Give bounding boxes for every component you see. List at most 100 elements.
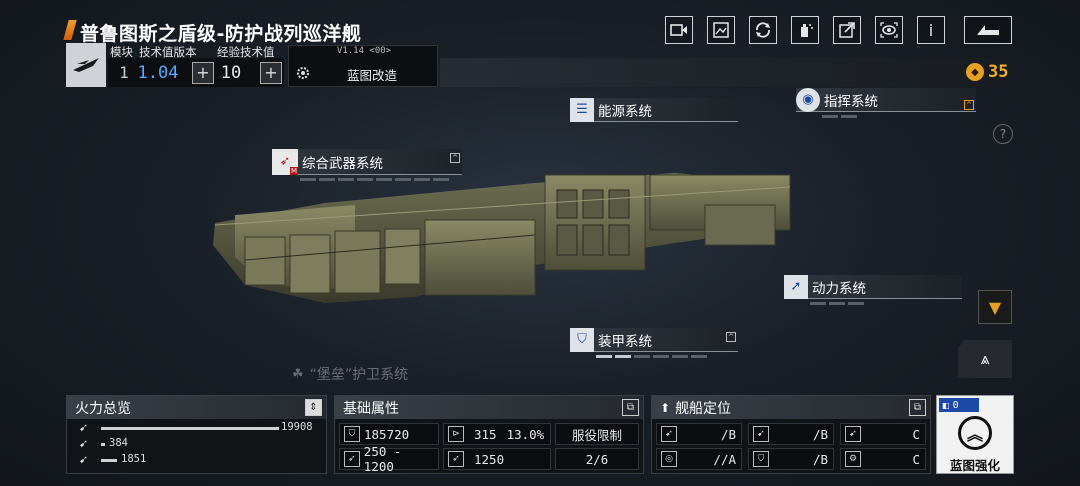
info-icon: i [928, 20, 934, 40]
tech-version-increase-button[interactable]: + [192, 61, 214, 84]
view-button[interactable] [875, 16, 903, 44]
armor-value: 315 [474, 426, 497, 442]
power-system-label: 动力系统 [812, 280, 866, 297]
upgrade-count-badge: ◧ 0 [939, 398, 979, 412]
armor-percent: 13.0% [506, 426, 545, 442]
version-text: V1.14 <00> [336, 46, 392, 56]
faction-logo [66, 43, 106, 87]
service-limit-value: 2/6 [555, 448, 639, 470]
exp-tech-increase-button[interactable]: + [260, 61, 282, 84]
firepower-bar-anti-air [101, 443, 105, 446]
hp-value: 185720 [364, 426, 410, 442]
video-icon [670, 24, 687, 36]
rank-button[interactable]: ⩓ [958, 340, 1012, 378]
target-icon: ◎ [661, 451, 677, 467]
shield-icon: ⛉ [753, 451, 769, 467]
firepower-siege-value: 1851 [121, 453, 147, 465]
module-value: 1 [119, 63, 129, 82]
info-button[interactable]: i [917, 16, 945, 44]
fortress-escort-label: “堡垒”护卫系统 [309, 367, 409, 383]
expand-down-button[interactable]: ▼ [978, 290, 1012, 324]
firepower-toggle-button[interactable]: ⇕ [305, 399, 322, 416]
siege-icon: ➹ [845, 426, 861, 442]
blueprint-upgrade-button[interactable]: ◧ 0 ︽ 蓝图强化 [936, 395, 1014, 474]
upgrade-label: 蓝图强化 [949, 458, 1000, 473]
refresh-button[interactable] [749, 16, 777, 44]
page-title: 普鲁图斯之盾级-防护战列巡洋舰 [80, 23, 362, 45]
role-anti-air-grade: /B [812, 426, 828, 442]
anti-air-icon: ➹ [753, 426, 769, 442]
exp-tech-value: 10 [220, 62, 242, 83]
role-support-grade: //A [713, 451, 736, 467]
hp-cell: ⛉ 185720 [339, 423, 439, 445]
collapse-icon: ^ [450, 153, 460, 163]
energy-system-button[interactable]: ☰ 能源系统 [570, 97, 738, 122]
role-anti-ship: ➹ /B [656, 423, 742, 445]
triangle-down-icon: ▼ [988, 297, 1002, 317]
firepower-anti-ship-value: 19908 [281, 421, 313, 433]
armor-cell: ⊳ 315 13.0% [443, 423, 551, 445]
range-icon: ➶ [344, 451, 360, 467]
faction-emblem-icon [73, 58, 99, 72]
record-video-button[interactable] [665, 16, 693, 44]
speed-cell: ➶ 1250 [443, 448, 551, 470]
tech-stats-row: 1 1.04 + 10 + [108, 58, 284, 87]
gear-icon: ⚙ [845, 451, 861, 467]
currency-value: 35 [988, 62, 1009, 82]
gallery-button[interactable] [707, 16, 735, 44]
armor-system-label: 装甲系统 [598, 333, 652, 350]
info-strip [440, 58, 1014, 87]
firepower-title: 火力总览 [75, 400, 131, 417]
attack-range-value: 250 - 1200 [363, 444, 402, 474]
double-chevron-up-icon: ︽ [958, 416, 992, 450]
role-defense: ⛉ /B [748, 448, 834, 470]
back-icon [977, 25, 999, 35]
export-icon [839, 22, 855, 38]
rank-chevron-icon: ⩓ [980, 349, 990, 368]
weapons-system-label: 综合武器系统 [302, 155, 383, 172]
role-siege: ➹ C [840, 423, 926, 445]
power-system-button[interactable]: ➚ 动力系统 [784, 274, 962, 299]
role-icon: ⬆ [660, 400, 671, 415]
weapons-level-pips [300, 178, 449, 181]
ship-role-title: 舰船定位 [675, 400, 732, 417]
question-icon: ? [999, 127, 1007, 141]
title-accent [63, 20, 77, 40]
refresh-icon [756, 22, 770, 38]
paint-button[interactable] [791, 16, 819, 44]
collapse-icon: ^ [726, 332, 736, 342]
armor-system-button[interactable]: ⛉ 装甲系统 ^ [570, 327, 738, 352]
back-button[interactable] [964, 16, 1012, 44]
range-cell: ➶ 250 - 1200 [339, 444, 439, 474]
role-support: ◎ //A [656, 448, 742, 470]
role-utility: ⚙ C [840, 448, 926, 470]
ship-role-expand-button[interactable]: ⧉ [909, 399, 926, 416]
armor-level-pips [596, 355, 707, 358]
siege-icon: ➹ [79, 453, 89, 466]
upgrade-count: 0 [952, 399, 959, 411]
armor-icon: ⊳ [448, 426, 464, 442]
speed-icon: ➶ [448, 451, 464, 467]
speed-value: 1250 [474, 451, 505, 467]
tech-version-value: 1.04 [137, 62, 179, 83]
command-system-button[interactable]: ◉ 指挥系统 ^ [796, 87, 976, 112]
blueprint-mod-button[interactable]: V1.14 <00> 蓝图改造 [288, 45, 438, 87]
command-system-label: 指挥系统 [824, 93, 878, 110]
weapon-grade-badge: M [289, 166, 298, 175]
export-button[interactable] [833, 16, 861, 44]
base-attributes-expand-button[interactable]: ⧉ [622, 399, 639, 416]
shield-icon: ⛉ [570, 327, 594, 352]
role-defense-grade: /B [812, 451, 828, 467]
fortress-icon: ☘ [292, 366, 304, 382]
gear-icon [293, 63, 313, 83]
ship-role-panel: ⬆ 舰船定位 ⧉ ➹ /B ➹ /B ➹ C ◎ //A ⛉ /B ⚙ C [651, 395, 931, 474]
service-limit-label: 服役限制 [555, 423, 639, 445]
fortress-escort-system-button[interactable]: ☘ “堡垒”护卫系统 [292, 362, 477, 386]
help-button[interactable]: ? [993, 124, 1013, 144]
firepower-bar-anti-ship [101, 427, 279, 430]
anti-ship-icon: ➹ [79, 421, 89, 434]
firepower-panel: 火力总览 ⇕ ➹ 19908 ➹ 384 ➹ 1851 [66, 395, 327, 474]
weapons-system-button[interactable]: ➶ M 综合武器系统 ^ [272, 148, 462, 175]
anti-air-icon: ➹ [79, 437, 89, 450]
role-utility-grade: C [912, 451, 920, 467]
